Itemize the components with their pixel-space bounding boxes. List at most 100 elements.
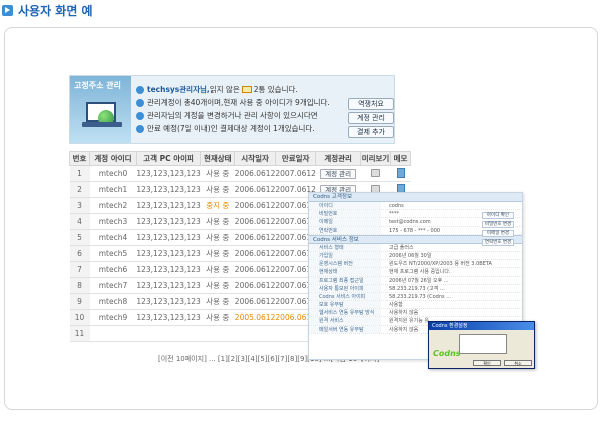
account-id: mtech8 xyxy=(89,293,137,310)
start-date: 2006.0612 xyxy=(234,261,276,278)
info-row: 웹서비스 연동 유무탐 방식 사용하지 않음 xyxy=(309,309,522,318)
info-row: 사용자 통보된 아이피 58.233.219.73 (고객 ... xyxy=(309,284,522,293)
col-header-start: 시작일자 xyxy=(234,151,276,166)
client-ip: 123,123,123,123 xyxy=(136,213,201,230)
info-value: 사용하지 않음 xyxy=(389,326,419,333)
status-cell: 사용 중 xyxy=(200,293,235,310)
table-header-row: 번호 계정 아이디 고객 PC 아이피 현재상태 시작일자 만료일자 계정관리 … xyxy=(68,151,411,166)
row-number: 4 xyxy=(69,213,90,230)
client-ip: 123,123,123,123 xyxy=(136,197,201,214)
info-value: test@codns.com xyxy=(389,219,431,226)
memo-icon[interactable] xyxy=(396,167,405,178)
info-key: 비밀번호 xyxy=(309,210,381,218)
preview-cell xyxy=(360,165,391,182)
row-number: 1 xyxy=(69,165,90,182)
info-value: 2006년 06월 30일 xyxy=(389,252,432,259)
info-row: 가입일 2006년 06월 30일 xyxy=(309,251,522,261)
greeting-line: techsys관리자님, 읽지 않은 2통 있습니다. xyxy=(136,83,330,96)
change-password-button[interactable]: 비밀번호 변경 xyxy=(482,221,514,228)
info-key: 메일서버 연동 유무탐 xyxy=(309,325,381,333)
dialog-cancel-button[interactable]: 취소 xyxy=(504,360,532,366)
row-number: 7 xyxy=(69,261,90,278)
account-id: mtech2 xyxy=(89,197,137,214)
client-ip: 123,123,123,123 xyxy=(136,293,201,310)
info-key: 연락번호 xyxy=(309,226,381,234)
info-row: 보호 유무탐 사용함 xyxy=(309,301,522,310)
status-cell xyxy=(200,325,235,342)
greeting-mid: 읽지 않은 xyxy=(209,85,240,94)
settings-dialog: Codns 환경설정 Codns 확인 취소 xyxy=(428,321,535,369)
add-payment-button[interactable]: 결제 추가 xyxy=(348,126,394,138)
account-id: mtech5 xyxy=(89,245,137,262)
info-value: 윈도우즈 NT/2000/XP/2003 용 버전 3.0BETA xyxy=(389,261,492,268)
col-header-preview: 미리보기 xyxy=(359,151,392,166)
info-key: 웹서비스 연동 유무탐 방식 xyxy=(309,309,381,317)
row-number: 2 xyxy=(69,181,90,198)
client-ip xyxy=(136,325,201,342)
col-header-id: 계정 아이디 xyxy=(89,151,137,166)
mail-icon[interactable] xyxy=(241,86,252,93)
laptop-globe-icon xyxy=(82,102,122,128)
info-key: 아이디 xyxy=(309,202,381,210)
start-date: 2005.0612 xyxy=(234,309,276,326)
page-header: 사용자 화면 예 xyxy=(2,2,93,18)
admin-user: techsys관리자님, xyxy=(147,85,210,94)
bullet-icon xyxy=(136,85,144,94)
section-marker-icon xyxy=(2,4,13,16)
info-key: 프로그램 최종 접근일 xyxy=(309,276,381,284)
greeting-end: 2통 있습니다. xyxy=(253,85,298,94)
info-key: Codns 서비스 아이피 xyxy=(309,292,381,301)
info-value: codns xyxy=(389,203,404,209)
status-cell: 사용 중 xyxy=(200,309,235,326)
banner-label: 고정주소 관리 xyxy=(74,81,121,90)
info-key: 서비스 형태 xyxy=(309,243,381,251)
account-id: mtech3 xyxy=(89,213,137,230)
history-button[interactable]: 역쟁처요 xyxy=(348,98,394,110)
col-header-manage: 계정관리 xyxy=(315,151,361,166)
table-row: 1 mtech0 123,123,123,123 사용 중 2006.0612 2007.… xyxy=(69,165,411,182)
row-number: 3 xyxy=(69,197,90,214)
info-row: 현재상태 현재 프로그램 사용 중입니다. xyxy=(309,268,522,277)
end-date: 2007.0612 xyxy=(275,165,316,182)
account-id: mtech1 xyxy=(89,181,137,198)
row-manage-button[interactable]: 계정 관리 xyxy=(320,168,357,179)
client-ip: 123,123,123,123 xyxy=(136,277,201,294)
status-cell: 사용 중 xyxy=(200,245,235,262)
account-id: mtech6 xyxy=(89,261,137,278)
client-ip: 123,123,123,123 xyxy=(136,165,201,182)
customer-info-title: Codns 고객정보 xyxy=(309,193,522,202)
change-notice-line: 관리자님의 계정을 변경하거나 관리 사항이 있으시다면 xyxy=(136,109,330,122)
account-count-line: 관리계정이 총40개이며,현재 사용 중 아이디가 9개입니다. xyxy=(136,96,330,109)
preview-icon[interactable] xyxy=(370,168,380,177)
client-ip: 123,123,123,123 xyxy=(136,309,201,326)
account-manage-button[interactable]: 계정 관리 xyxy=(348,112,394,124)
info-row: 운영시스템 버전 윈도우즈 NT/2000/XP/2003 용 버전 3.0BET… xyxy=(309,260,522,269)
status-cell: 중지 중 xyxy=(200,197,235,214)
summary-banner: 고정주소 관리 techsys관리자님, 읽지 않은 2통 있습니다. 관리계정… xyxy=(69,75,395,144)
expiry-notice-line: 만료 예정(7일 이내)인 결제대상 계정이 1개있습니다. xyxy=(136,122,330,135)
start-date: 2006.0612 xyxy=(234,197,276,214)
client-ip: 123,123,123,123 xyxy=(136,245,201,262)
id-check-button[interactable]: 아이디 확인 xyxy=(482,212,514,219)
info-key: 보호 유무탐 xyxy=(309,301,381,309)
start-date: 2006.0612 xyxy=(234,245,276,262)
change-email-button[interactable]: 이메일 변경 xyxy=(482,230,514,237)
col-header-ip: 고객 PC 아이피 xyxy=(135,151,202,166)
start-date: 2006.0612 xyxy=(234,165,276,182)
banner-illustration: 고정주소 관리 xyxy=(70,76,131,143)
bullet-icon xyxy=(136,124,144,133)
status-cell: 사용 중 xyxy=(200,277,235,294)
status-cell: 사용 중 xyxy=(200,261,235,278)
change-phone-button[interactable]: 연락번호 변경 xyxy=(482,239,514,246)
start-date: 2006.0612 xyxy=(234,181,276,198)
dialog-ok-button[interactable]: 확인 xyxy=(473,360,501,366)
client-ip: 123,123,123,123 xyxy=(136,229,201,246)
manage-cell: 계정 관리 xyxy=(315,165,361,182)
start-date: 2006.0612 xyxy=(234,277,276,294)
row-number: 9 xyxy=(69,293,90,310)
account-id: mtech0 xyxy=(89,165,137,182)
account-id: mtech7 xyxy=(89,277,137,294)
info-value: **** xyxy=(389,211,399,218)
status-cell: 사용 중 xyxy=(200,229,235,246)
info-value: 현재 프로그램 사용 중입니다. xyxy=(389,269,451,276)
